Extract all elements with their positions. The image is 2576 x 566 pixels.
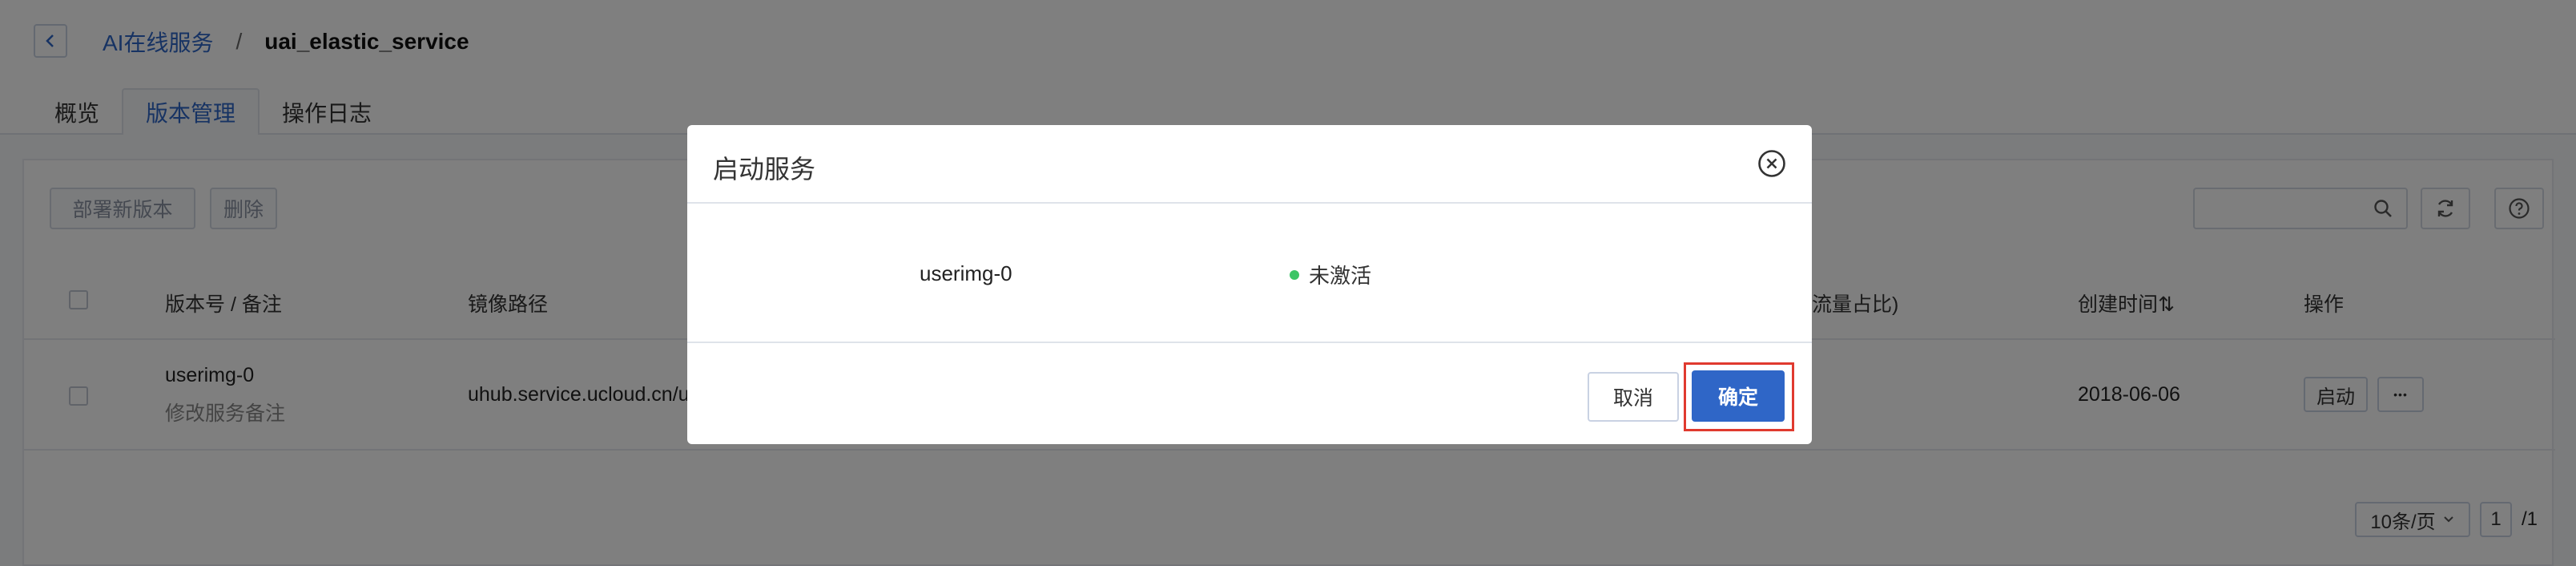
start-service-dialog: 启动服务 userimg-0 未激活 取消 确定 <box>687 125 1812 444</box>
dialog-version-name: userimg-0 <box>920 261 1012 285</box>
confirm-button[interactable]: 确定 <box>1692 370 1785 422</box>
cancel-button[interactable]: 取消 <box>1588 372 1679 422</box>
status-dot-icon <box>1290 269 1299 280</box>
status-label: 未激活 <box>1309 264 1372 288</box>
close-icon[interactable] <box>1757 149 1786 178</box>
dialog-title: 启动服务 <box>713 155 816 184</box>
dialog-body: userimg-0 未激活 <box>687 205 1812 343</box>
dialog-header: 启动服务 <box>687 125 1812 204</box>
dialog-footer: 取消 确定 <box>687 345 1812 444</box>
dialog-version-status: 未激活 <box>1290 260 1371 289</box>
